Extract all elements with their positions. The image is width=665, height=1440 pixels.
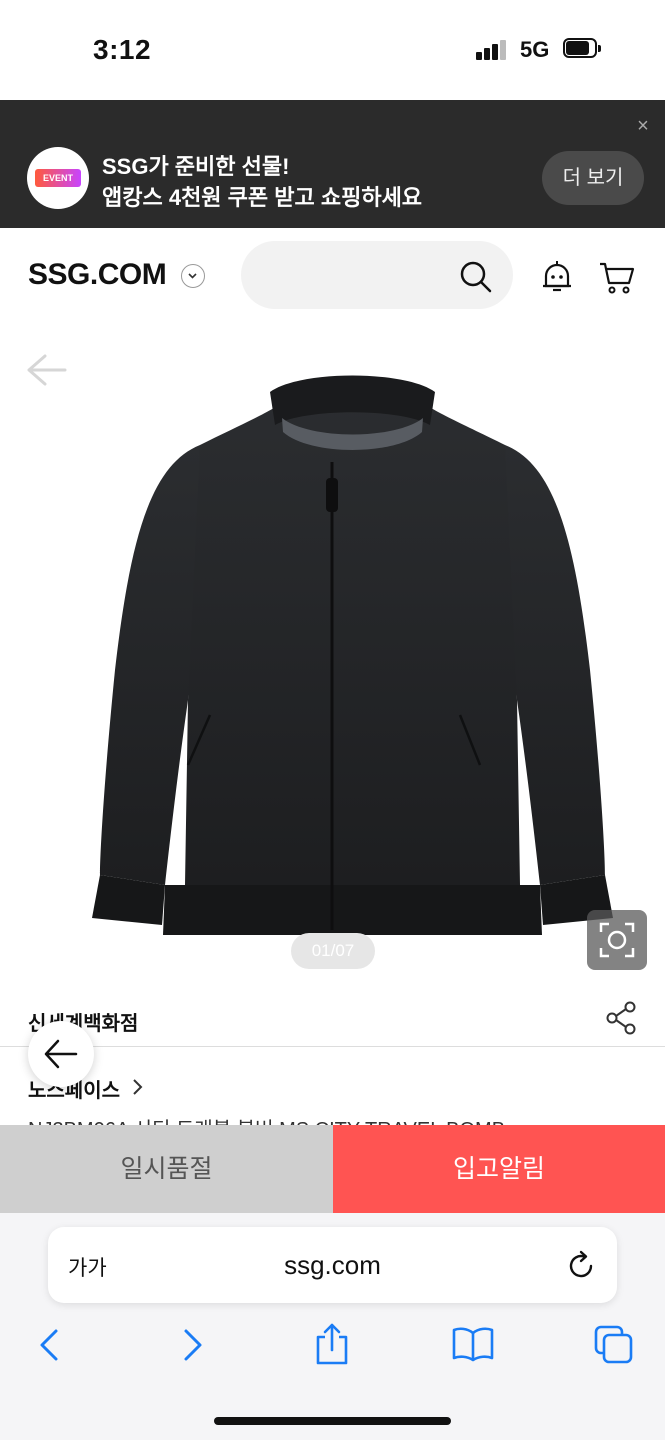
status-time: 3:12 bbox=[93, 34, 152, 65]
divider bbox=[0, 1046, 665, 1047]
restock-notify-button[interactable]: 입고알림 bbox=[333, 1125, 665, 1213]
close-icon[interactable]: × bbox=[633, 116, 653, 136]
back-button[interactable] bbox=[28, 1021, 94, 1087]
event-badge-label: EVENT bbox=[35, 169, 81, 187]
reload-icon[interactable] bbox=[566, 1250, 596, 1287]
browser-tabs-icon[interactable] bbox=[594, 1325, 634, 1370]
visual-search-icon[interactable] bbox=[587, 910, 647, 970]
battery-icon bbox=[563, 38, 603, 60]
banner-subtitle: 앱캉스 4천원 쿠폰 받고 쇼핑하세요 bbox=[102, 185, 423, 210]
notification-bot-icon[interactable] bbox=[539, 259, 575, 300]
network-label: 5G bbox=[520, 37, 550, 62]
event-badge-icon: EVENT bbox=[27, 147, 89, 209]
browser-bookmarks-icon[interactable] bbox=[451, 1325, 495, 1368]
share-icon[interactable] bbox=[604, 1000, 638, 1041]
chevron-right-icon[interactable] bbox=[131, 1077, 145, 1103]
product-image[interactable] bbox=[70, 370, 635, 945]
image-counter: 01/07 bbox=[291, 933, 375, 969]
signal-icon bbox=[476, 40, 508, 60]
search-icon[interactable] bbox=[458, 259, 494, 300]
chevron-down-icon[interactable] bbox=[181, 264, 205, 288]
arrow-left-icon[interactable] bbox=[25, 352, 69, 393]
site-logo[interactable]: SSG.COM bbox=[28, 258, 167, 292]
browser-share-icon[interactable] bbox=[313, 1322, 351, 1371]
home-indicator bbox=[214, 1417, 451, 1425]
soldout-button[interactable]: 일시품절 bbox=[0, 1125, 333, 1213]
banner-title: SSG가 준비한 선물! bbox=[102, 154, 290, 179]
banner-more-button[interactable]: 더 보기 bbox=[542, 151, 644, 205]
browser-forward-icon[interactable] bbox=[180, 1327, 206, 1368]
cart-icon[interactable] bbox=[598, 259, 636, 300]
browser-back-icon[interactable] bbox=[36, 1327, 62, 1368]
